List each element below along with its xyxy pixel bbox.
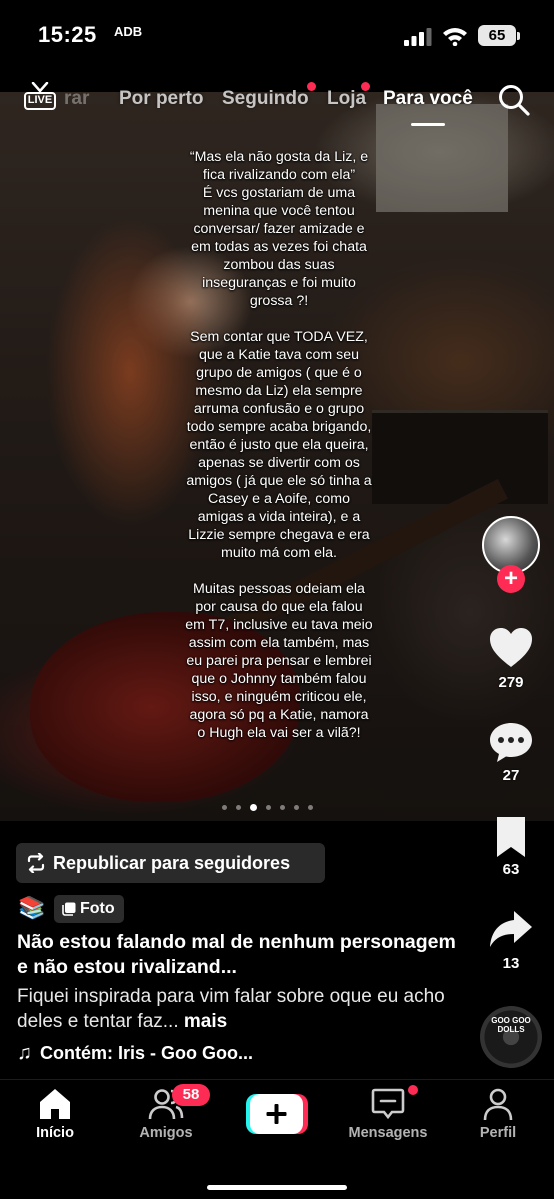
tab-loja[interactable]: Loja [327, 88, 366, 110]
photo-stack-icon [62, 902, 76, 916]
status-adb-label: ADB [114, 24, 143, 39]
books-emoji: 📚 [18, 895, 46, 920]
profile-icon [483, 1088, 513, 1121]
status-bar: 15:25 ADB 65 [0, 0, 554, 72]
nav-label-inicio: Início [36, 1125, 74, 1141]
carousel-dot[interactable] [294, 804, 299, 810]
nav-perfil[interactable]: Perfil [448, 1086, 548, 1141]
music-disc[interactable]: GOO GOO DOLLS [480, 1006, 542, 1068]
post-title[interactable]: Não estou falando mal de nenhum personag… [17, 930, 457, 980]
follow-plus-button[interactable]: + [497, 565, 525, 593]
repost-button[interactable]: Republicar para seguidores [16, 843, 325, 883]
top-nav: LIVE rar Por perto Seguindo Loja Para vo… [0, 80, 554, 126]
music-row[interactable]: ♫ Contém: Iris - Goo Goo... [17, 1042, 253, 1065]
tab-faded[interactable]: rar [64, 88, 89, 110]
bookmark-icon[interactable] [488, 815, 534, 859]
carousel-dot[interactable] [236, 804, 241, 810]
post-description[interactable]: Fiquei inspirada para vim falar sobre oq… [17, 984, 467, 1034]
cellular-signal-icon [404, 28, 432, 46]
tab-por-perto[interactable]: Por perto [119, 88, 203, 110]
repost-icon [27, 853, 45, 873]
music-disc-label: GOO GOO DOLLS [491, 1016, 531, 1034]
home-icon [40, 1089, 70, 1119]
share-count: 13 [502, 955, 520, 972]
battery-indicator: 65 [478, 25, 516, 46]
friends-count-badge: 58 [172, 1084, 210, 1106]
heart-icon[interactable] [488, 626, 534, 670]
live-label[interactable]: LIVE [24, 92, 56, 110]
seguindo-notification-dot [307, 82, 316, 91]
messages-notification-dot [408, 1085, 418, 1095]
tab-para-voce[interactable]: Para você [383, 88, 473, 110]
loja-notification-dot [361, 82, 370, 91]
music-label: Contém: Iris - Goo Goo... [40, 1043, 253, 1063]
active-tab-underline [411, 123, 445, 126]
comment-icon[interactable] [488, 720, 534, 764]
bottom-nav: Início Amigos 58 Mensagens Perfil [0, 1079, 554, 1199]
nav-mensagens[interactable]: Mensagens [338, 1086, 438, 1141]
create-icon[interactable] [246, 1094, 308, 1134]
carousel-dot[interactable] [266, 804, 271, 810]
save-count: 63 [502, 861, 520, 878]
nav-label-mensagens: Mensagens [348, 1125, 428, 1141]
search-icon[interactable] [497, 83, 531, 117]
like-count: 279 [498, 674, 524, 691]
see-more-link[interactable]: mais [184, 1011, 227, 1032]
post-caption-text: “Mas ela não gosta da Liz, e fica rivali… [185, 149, 373, 741]
carousel-indicator[interactable] [222, 802, 313, 812]
photo-badge-label: Foto [80, 900, 115, 917]
carousel-dot[interactable] [222, 804, 227, 810]
status-time: 15:25 [38, 22, 97, 47]
post-description-text: Fiquei inspirada para vim falar sobre oq… [17, 986, 445, 1032]
comment-count: 27 [502, 767, 520, 784]
wifi-icon [443, 28, 467, 46]
carousel-dot[interactable] [308, 804, 313, 810]
music-note-icon: ♫ [17, 1042, 32, 1064]
repost-label: Republicar para seguidores [53, 852, 291, 873]
home-indicator [207, 1185, 347, 1190]
post-photo[interactable]: “Mas ela não gosta da Liz, e fica rivali… [0, 92, 554, 821]
photo-badge: Foto [54, 895, 124, 923]
carousel-dot[interactable] [280, 804, 285, 810]
share-icon[interactable] [488, 908, 534, 952]
nav-label-perfil: Perfil [479, 1125, 517, 1141]
battery-tip [517, 32, 520, 40]
inbox-icon [371, 1088, 405, 1120]
nav-inicio[interactable]: Início [5, 1086, 105, 1141]
carousel-dot-active[interactable] [250, 803, 257, 811]
tab-seguindo[interactable]: Seguindo [222, 88, 309, 110]
nav-label-amigos: Amigos [139, 1125, 193, 1141]
